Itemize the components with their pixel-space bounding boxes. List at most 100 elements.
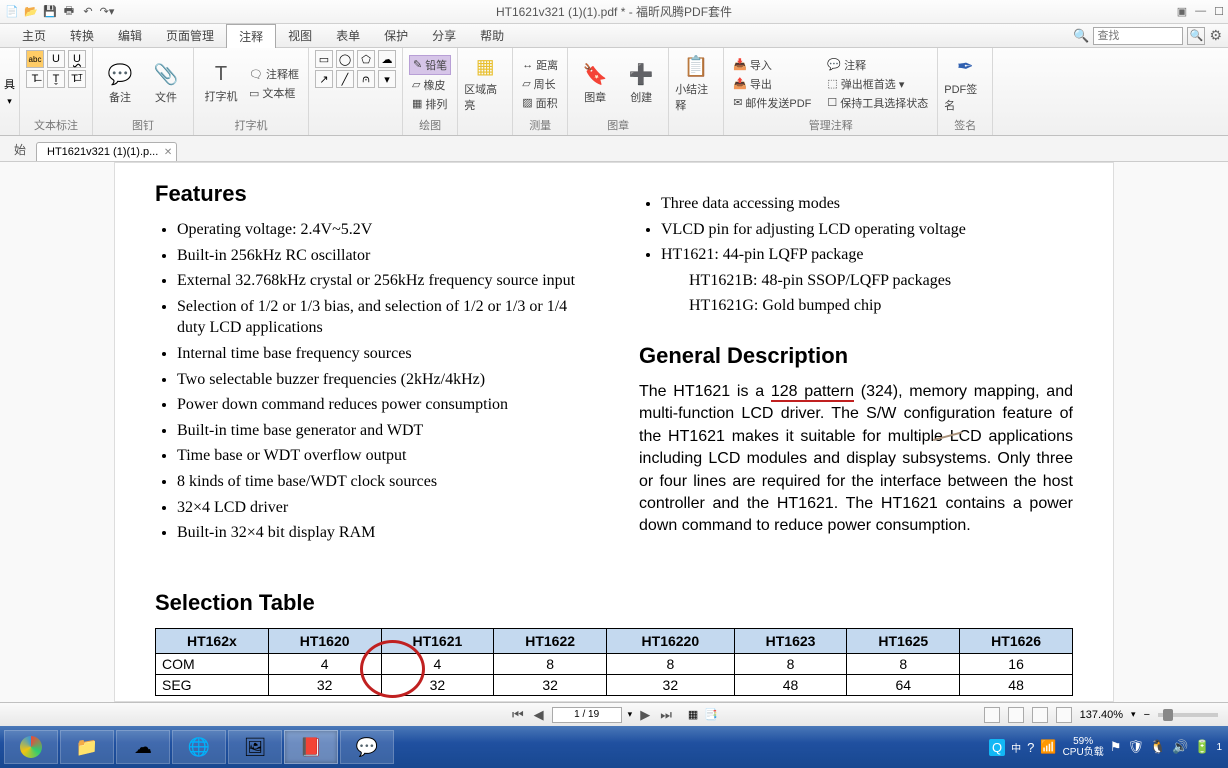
document-viewport[interactable]: Features Operating voltage: 2.4V~5.2V Bu… [0,162,1228,702]
sign-button[interactable]: ✒PDF签名 [944,55,986,113]
menu-page[interactable]: 页面管理 [154,24,226,47]
view-facing-icon[interactable] [1032,707,1048,723]
bookmarks-icon[interactable]: 📑 [704,708,718,721]
shape-dd-icon[interactable]: ▾ [378,70,396,88]
search-menu-icon[interactable]: 🔍 [1073,28,1089,44]
polyline-shape-icon[interactable]: ⩀ [357,70,375,88]
menu-edit[interactable]: 编辑 [106,24,154,47]
file-attach-button[interactable]: 📎文件 [145,55,187,113]
note-button[interactable]: 💬备注 [99,55,141,113]
ime-indicator[interactable]: 中 [1011,740,1021,755]
thumbnails-icon[interactable]: ▦ [688,708,698,721]
tray-help-icon[interactable]: ? [1027,740,1034,755]
typewriter-button[interactable]: T打字机 [200,55,242,113]
circle-annotation[interactable] [360,640,425,698]
start-tab[interactable]: 始 [4,138,36,161]
arrow-shape-icon[interactable]: ↗ [315,70,333,88]
settings-icon[interactable]: ⚙ [1209,27,1222,44]
minimize-icon[interactable]: — [1195,5,1206,18]
document-tab[interactable]: HT1621v321 (1)(1).p...✕ [36,142,177,161]
tray-volume-icon[interactable]: 🔊 [1172,739,1188,755]
prev-page-icon[interactable]: ◀ [532,707,546,723]
area-highlight-button[interactable]: ▦区域高亮 [464,55,506,113]
last-page-icon[interactable]: ⏭ [658,707,674,723]
menu-main[interactable]: 主页 [10,24,58,47]
distance-button[interactable]: ↔距离 [519,56,561,74]
arrange-button[interactable]: ▦排列 [409,95,451,113]
annot-panel-button[interactable]: 💬注释 [824,56,931,74]
zoom-slider[interactable] [1158,713,1218,717]
import-button[interactable]: 📥导入 [730,56,814,74]
insert-text-icon[interactable]: T̬ [47,70,65,88]
callout-button[interactable]: 🗨注释框 [246,65,302,83]
tools-dd-icon[interactable]: ▾ [7,96,12,107]
perimeter-button[interactable]: ▱周长 [519,75,561,93]
polygon-shape-icon[interactable]: ⬠ [357,50,375,68]
highlight-abc-icon[interactable]: abc [26,50,44,68]
send-pdf-button[interactable]: ✉邮件发送PDF [730,94,814,112]
view-contfacing-icon[interactable] [1056,707,1072,723]
next-page-icon[interactable]: ▶ [638,707,652,723]
taskbar-cloud[interactable]: ☁ [116,730,170,764]
undo-icon[interactable]: ↶ [80,4,96,20]
page-number-input[interactable] [552,707,622,723]
clock[interactable]: 1 [1216,742,1222,753]
eraser-button[interactable]: ▱橡皮 [409,76,451,94]
zoom-out-icon[interactable]: − [1144,709,1150,721]
view-cont-icon[interactable] [1008,707,1024,723]
taskbar-explorer[interactable]: 📁 [60,730,114,764]
open-icon[interactable]: 📂 [23,4,39,20]
underline-icon[interactable]: U [47,50,65,68]
squiggly-icon[interactable]: U [68,50,86,68]
zoom-dd-icon[interactable]: ▾ [1131,709,1136,720]
strikeout-icon[interactable]: T̶ [26,70,44,88]
redo-icon[interactable]: ↷▾ [99,4,115,20]
stamp-button[interactable]: 🔖图章 [574,55,616,113]
area-button[interactable]: ▨面积 [519,94,561,112]
tray-flag-icon[interactable]: ⚑ [1110,739,1122,755]
tray-battery-icon[interactable]: 🔋 [1194,739,1210,755]
line-shape-icon[interactable]: ╱ [336,70,354,88]
menu-convert[interactable]: 转换 [58,24,106,47]
first-page-icon[interactable]: ⏮ [510,707,526,723]
save-icon[interactable]: 💾 [42,4,58,20]
oval-shape-icon[interactable]: ◯ [336,50,354,68]
keep-selected-button[interactable]: ☐保持工具选择状态 [824,94,931,112]
maximize-icon[interactable]: ☐ [1214,5,1224,18]
menu-form[interactable]: 表单 [324,24,372,47]
menu-help[interactable]: 帮助 [468,24,516,47]
menu-view[interactable]: 视图 [276,24,324,47]
annotation-underline[interactable]: 128 pattern [771,383,854,402]
tray-penguin-icon[interactable]: 🐧 [1150,739,1166,755]
menu-annotate[interactable]: 注释 [226,24,276,48]
search-button[interactable]: 🔍 [1187,27,1205,45]
feature-item: Two selectable buzzer frequencies (2kHz/… [177,369,589,391]
taskbar-browser[interactable]: 🌐 [172,730,226,764]
create-stamp-button[interactable]: ➕创建 [620,55,662,113]
cloud-shape-icon[interactable]: ☁ [378,50,396,68]
search-input[interactable] [1093,27,1183,45]
popup-pref-button[interactable]: ⬚弹出框首选 ▾ [824,75,931,93]
menu-protect[interactable]: 保护 [372,24,420,47]
export-button[interactable]: 📤导出 [730,75,814,93]
start-button[interactable] [4,730,58,764]
tray-qq-icon[interactable]: Q [989,739,1005,756]
pencil-button[interactable]: ✎铅笔 [409,55,451,75]
taskbar-wechat[interactable]: 💬 [340,730,394,764]
page-dd-icon[interactable]: ▾ [628,709,633,720]
tray-shield-icon[interactable]: 🛡 [1127,739,1144,755]
summary-button[interactable]: 📋小结注释 [675,55,717,113]
tray-net-icon[interactable]: 📶 [1040,739,1056,755]
rect-shape-icon[interactable]: ▭ [315,50,333,68]
taskbar-foxit[interactable]: 📕 [284,730,338,764]
close-tab-icon[interactable]: ✕ [164,147,172,158]
menu-share[interactable]: 分享 [420,24,468,47]
view-single-icon[interactable] [984,707,1000,723]
replace-text-icon[interactable]: T̶ᵀ [68,70,86,88]
cpu-meter[interactable]: 59%CPU负载 [1063,736,1104,758]
taskbar-pictures[interactable]: 🖼 [228,730,282,764]
print-icon[interactable]: 🖶 [61,4,77,20]
textbox-button[interactable]: ▭文本框 [246,84,302,102]
ribbon-toggle-icon[interactable]: ▣ [1177,5,1187,18]
new-icon[interactable]: 📄 [4,4,20,20]
